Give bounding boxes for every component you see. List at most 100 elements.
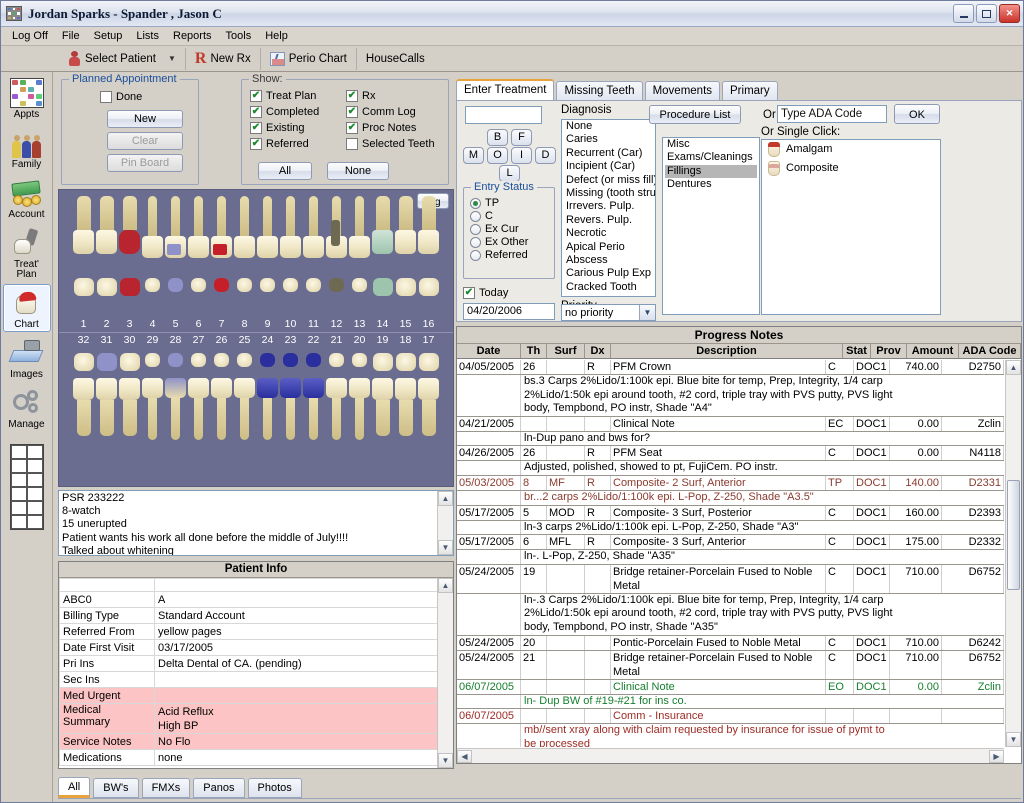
lower-tooth-number[interactable]: 25 [234, 334, 255, 346]
maximize-button[interactable] [976, 4, 997, 23]
upper-tooth-number[interactable]: 11 [303, 318, 324, 330]
patient-info-row[interactable]: ABC0A [60, 592, 453, 608]
menu-item-lists[interactable]: Lists [129, 28, 166, 44]
tooth-3[interactable] [119, 278, 140, 296]
psr-scroll-up-icon[interactable]: ▲ [438, 491, 453, 506]
quick-procedure-item[interactable]: Composite [764, 159, 938, 178]
upper-tooth-number[interactable]: 7 [211, 318, 232, 330]
tooth-7[interactable] [211, 278, 232, 296]
tooth-16[interactable] [418, 196, 439, 258]
image-tab-bws[interactable]: BW's [93, 778, 138, 798]
pn-scroll-right-icon[interactable]: ▶ [989, 750, 1004, 763]
tooth-13[interactable] [349, 196, 370, 258]
tooth-5[interactable] [165, 196, 186, 258]
pn-scroll-up-icon[interactable]: ▲ [1006, 360, 1021, 375]
table-row-note[interactable]: br...2 carps 2%Lido/1:100k epi. L-Pop, Z… [457, 491, 1004, 506]
tooth-17[interactable] [418, 378, 439, 440]
diagnosis-item[interactable]: Recurrent (Car) [564, 147, 653, 160]
tooth-25[interactable] [234, 378, 255, 440]
show-none-button[interactable]: None [327, 162, 389, 180]
tooth-11[interactable] [303, 196, 324, 258]
diagnosis-item[interactable]: Irrevers. Pulp. [564, 200, 653, 213]
table-row-note[interactable]: ln-3 carps 2%Lido/1:100k epi. L-Pop, Z-2… [457, 521, 1004, 536]
tooth-28[interactable] [165, 378, 186, 440]
patient-info-scroll-up-icon[interactable]: ▲ [438, 578, 453, 593]
progress-notes-hscrollbar[interactable]: ◀ ▶ [457, 748, 1004, 763]
new-appointment-button[interactable]: New [107, 110, 183, 128]
pin-board-button[interactable]: Pin Board [107, 154, 183, 172]
tooth-2[interactable] [96, 278, 117, 296]
table-row-note[interactable]: mb//sent xray along with claim requested… [457, 724, 1004, 747]
patient-info-row[interactable]: Med Urgent [60, 688, 453, 704]
upper-tooth-number[interactable]: 15 [395, 318, 416, 330]
housecalls-button[interactable]: HouseCalls [357, 48, 434, 70]
table-row[interactable]: 05/17/20056MFLRComposite- 3 Surf, Anteri… [457, 535, 1004, 550]
diagnosis-item[interactable]: Carious Pulp Exp [564, 267, 653, 280]
tooth-30[interactable] [119, 378, 140, 440]
chevron-down-icon[interactable]: ▼ [168, 54, 176, 63]
tooth-29[interactable] [142, 353, 163, 371]
tooth-11[interactable] [303, 278, 324, 296]
diagnosis-item[interactable]: Incipient (Car) [564, 160, 653, 173]
quick-procedure-listbox[interactable]: AmalgamComposite [761, 139, 941, 315]
lower-tooth-number[interactable]: 19 [372, 334, 393, 346]
lower-tooth-number[interactable]: 20 [349, 334, 370, 346]
patient-info-row[interactable]: Billing TypeStandard Account [60, 608, 453, 624]
tooth-14[interactable] [372, 196, 393, 258]
tooth-21[interactable] [326, 378, 347, 440]
new-rx-button[interactable]: R New Rx [186, 48, 261, 70]
image-tab-panos[interactable]: Panos [193, 778, 244, 798]
tooth-28[interactable] [165, 353, 186, 371]
chevron-down-icon[interactable]: ▼ [639, 305, 655, 320]
table-row[interactable]: 05/24/200520Pontic-Porcelain Fused to No… [457, 636, 1004, 651]
lower-tooth-number[interactable]: 26 [211, 334, 232, 346]
table-row[interactable]: 05/17/20055MODRComposite- 3 Surf, Poster… [457, 506, 1004, 521]
tooth-24[interactable] [257, 378, 278, 440]
filter-completed[interactable]: ✔ Completed [250, 106, 319, 118]
tooth-number-input[interactable] [465, 106, 542, 124]
upper-tooth-number[interactable]: 5 [165, 318, 186, 330]
lower-tooth-number[interactable]: 17 [418, 334, 439, 346]
quick-slots-grid[interactable] [10, 444, 44, 530]
tooth-18[interactable] [395, 378, 416, 440]
diagnosis-item[interactable]: Revers. Pulp. [564, 214, 653, 227]
tooth-6[interactable] [188, 196, 209, 258]
tooth-9[interactable] [257, 278, 278, 296]
patient-info-row[interactable]: Medical SummaryAcid Reflux High BP [60, 704, 453, 734]
tooth-12[interactable] [326, 196, 347, 258]
upper-tooth-number[interactable]: 14 [372, 318, 393, 330]
upper-tooth-number[interactable]: 16 [418, 318, 439, 330]
sidebar-item-treatment-plan[interactable]: Treat' Plan [3, 224, 51, 282]
pn-scroll-thumb[interactable] [1007, 480, 1020, 590]
procedure-category-item[interactable]: Fillings [665, 165, 757, 178]
entry-status-option[interactable]: Ex Other [470, 236, 554, 248]
lower-tooth-number[interactable]: 29 [142, 334, 163, 346]
upper-tooth-number[interactable]: 13 [349, 318, 370, 330]
lower-tooth-number[interactable]: 21 [326, 334, 347, 346]
patient-info-row[interactable]: Referred Fromyellow pages [60, 624, 453, 640]
surface-button-l[interactable]: L [499, 165, 520, 182]
tooth-23[interactable] [280, 353, 301, 371]
filter-rx[interactable]: ✔ Rx [346, 90, 435, 102]
tooth-1[interactable] [73, 278, 94, 296]
minimize-button[interactable] [953, 4, 974, 23]
progress-notes-body[interactable]: 04/05/200526RPFM CrownCDOC1740.00D2750bs… [457, 360, 1004, 747]
tooth-5[interactable] [165, 278, 186, 296]
entry-status-option[interactable]: Referred [470, 249, 554, 261]
patient-info-row[interactable]: Sec Ins [60, 672, 453, 688]
perio-chart-button[interactable]: Perio Chart [261, 48, 357, 70]
image-tab-fmxs[interactable]: FMXs [142, 778, 191, 798]
table-row-note[interactable]: Adjusted, polished, showed to pt, FujiCe… [457, 461, 1004, 476]
tooth-19[interactable] [372, 378, 393, 440]
tooth-27[interactable] [188, 353, 209, 371]
lower-tooth-number[interactable]: 31 [96, 334, 117, 346]
upper-tooth-number[interactable]: 2 [96, 318, 117, 330]
table-row-note[interactable]: ln-. L-Pop, Z-250, Shade "A35" [457, 550, 1004, 565]
diagnosis-item[interactable]: Cracked Tooth [564, 281, 653, 294]
menu-item-logoff[interactable]: Log Off [5, 28, 55, 44]
clear-appointment-button[interactable]: Clear [107, 132, 183, 150]
table-row[interactable]: 06/07/2005Clinical NoteEODOC10.00Zclin [457, 680, 1004, 695]
diagnosis-item[interactable]: Missing (tooth struc) [564, 187, 653, 200]
upper-tooth-number[interactable]: 6 [188, 318, 209, 330]
patient-info-row[interactable]: Date First Visit03/17/2005 [60, 640, 453, 656]
